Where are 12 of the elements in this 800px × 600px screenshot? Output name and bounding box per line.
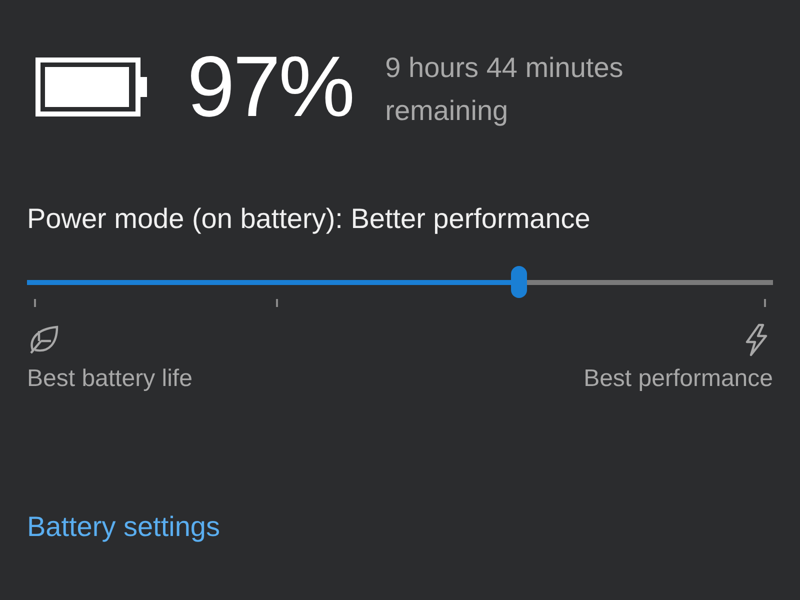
- slider-min-label: Best battery life: [27, 364, 192, 393]
- battery-percentage: 97%: [187, 44, 354, 130]
- slider-tick: [276, 298, 278, 307]
- slider-tick: [764, 298, 766, 307]
- slider-max-label: Best performance: [584, 364, 773, 393]
- battery-settings-link[interactable]: Battery settings: [27, 510, 220, 543]
- slider-thumb[interactable]: [511, 266, 528, 298]
- slider-track[interactable]: [27, 280, 773, 285]
- power-mode-title: Power mode (on battery): Better performance: [27, 202, 592, 235]
- battery-icon: [35, 57, 149, 118]
- time-remaining: 9 hours 44 minutes remaining: [385, 51, 624, 128]
- slider-tick: [34, 298, 36, 307]
